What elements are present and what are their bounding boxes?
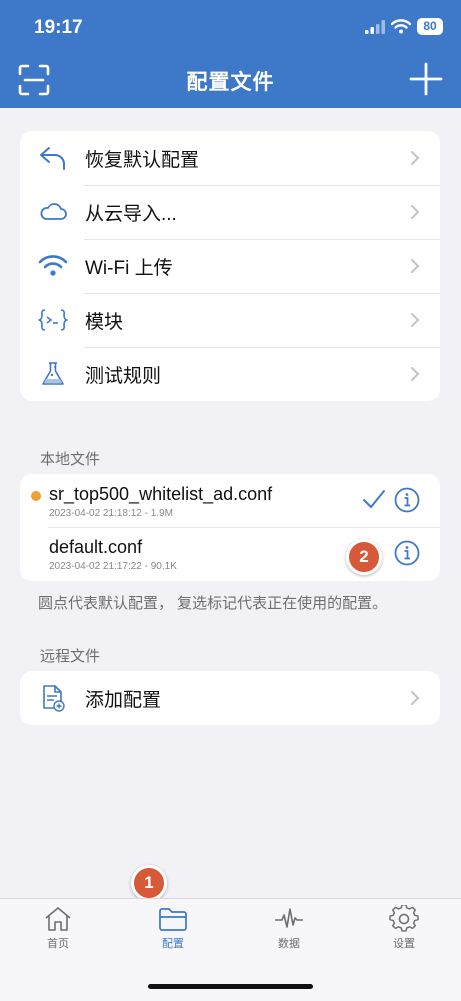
restore-default-label: 恢复默认配置 bbox=[85, 149, 200, 171]
home-icon bbox=[45, 907, 71, 931]
status-indicators: 80 bbox=[365, 18, 443, 35]
chevron-right-icon bbox=[411, 691, 420, 705]
chevron-right-icon bbox=[411, 205, 420, 219]
wifi-upload-label: Wi-Fi 上传 bbox=[85, 257, 173, 279]
tab-data[interactable]: 数据 bbox=[249, 905, 329, 951]
activity-icon bbox=[275, 908, 303, 928]
chevron-right-icon bbox=[411, 259, 420, 273]
legend-note: 圆点代表默认配置， 复选标记代表正在使用的配置。 bbox=[38, 595, 388, 612]
test-rules-label: 测试规则 bbox=[85, 365, 162, 387]
local-files-heading: 本地文件 bbox=[40, 451, 101, 468]
info-icon[interactable] bbox=[394, 540, 420, 566]
module-label: 模块 bbox=[85, 311, 124, 333]
step-badge-2: 2 bbox=[346, 539, 382, 575]
tab-config[interactable]: 配置 bbox=[133, 905, 213, 951]
module-icon bbox=[38, 309, 68, 331]
battery-indicator: 80 bbox=[417, 18, 443, 35]
tab-settings[interactable]: 设置 bbox=[364, 905, 444, 951]
gear-icon bbox=[389, 905, 419, 932]
add-document-icon bbox=[43, 685, 65, 712]
wifi-icon bbox=[38, 255, 68, 276]
cloud-icon bbox=[40, 203, 67, 220]
home-indicator bbox=[148, 984, 313, 989]
step-badge-1: 1 bbox=[131, 865, 167, 901]
file-meta: 2023-04-02 21:17:22 - 90.1K bbox=[49, 561, 177, 572]
checkmark-icon bbox=[363, 490, 385, 508]
tab-label: 数据 bbox=[278, 938, 300, 950]
add-config-label: 添加配置 bbox=[85, 689, 162, 711]
default-dot bbox=[31, 491, 41, 501]
page-title: 配置文件 bbox=[186, 71, 275, 94]
add-icon[interactable] bbox=[409, 62, 443, 96]
signal-icon bbox=[365, 19, 385, 34]
file-name: sr_top500_whitelist_ad.conf bbox=[49, 484, 273, 504]
file-meta: 2023-04-02 21:18:12 - 1.9M bbox=[49, 508, 173, 519]
import-from-cloud-row[interactable]: 从云导入... bbox=[20, 185, 440, 239]
tab-label: 设置 bbox=[393, 938, 415, 950]
status-time: 19:17 bbox=[34, 17, 83, 38]
module-row[interactable]: 模块 bbox=[20, 293, 440, 347]
chevron-right-icon bbox=[411, 151, 420, 165]
nav-header: 19:17 80 配置文件 bbox=[0, 0, 461, 108]
folder-icon bbox=[159, 908, 187, 931]
chevron-right-icon bbox=[411, 367, 420, 381]
wifi-status-icon bbox=[391, 19, 411, 34]
tab-home[interactable]: 首页 bbox=[18, 905, 98, 951]
file-name: default.conf bbox=[49, 537, 143, 557]
actions-card: 恢复默认配置 从云导入... Wi-Fi 上传 模块 测试规则 bbox=[20, 131, 440, 401]
info-icon[interactable] bbox=[394, 487, 420, 513]
test-rules-row[interactable]: 测试规则 bbox=[20, 347, 440, 401]
chevron-right-icon bbox=[411, 313, 420, 327]
tab-label: 首页 bbox=[47, 938, 69, 950]
undo-icon bbox=[40, 147, 65, 170]
remote-files-heading: 远程文件 bbox=[40, 648, 101, 665]
wifi-upload-row[interactable]: Wi-Fi 上传 bbox=[20, 239, 440, 293]
import-from-cloud-label: 从云导入... bbox=[85, 203, 177, 225]
add-config-row[interactable]: 添加配置 bbox=[20, 671, 440, 725]
restore-default-row[interactable]: 恢复默认配置 bbox=[20, 131, 440, 185]
tab-label: 配置 bbox=[162, 938, 184, 950]
file-row-sr-top500[interactable]: sr_top500_whitelist_ad.conf 2023-04-02 2… bbox=[20, 474, 440, 527]
remote-files-card: 添加配置 bbox=[20, 671, 440, 725]
flask-icon bbox=[42, 362, 64, 385]
